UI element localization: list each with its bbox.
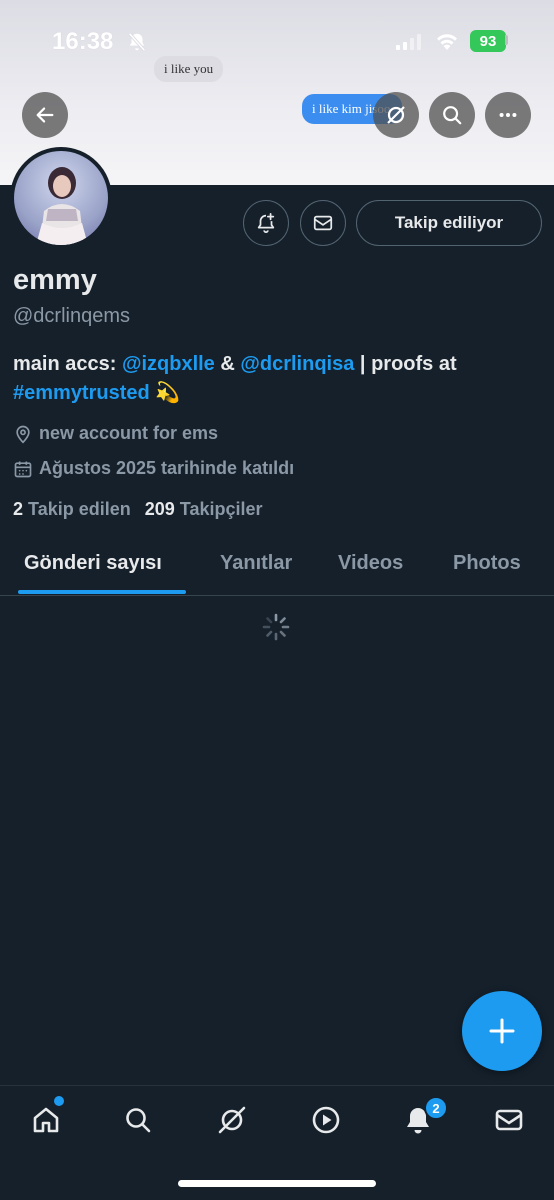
joined-text: Ağustos 2025 tarihinde katıldı bbox=[39, 458, 295, 478]
followers-link[interactable]: 209 Takipçiler bbox=[145, 499, 263, 520]
grok-button[interactable] bbox=[373, 92, 419, 138]
message-button[interactable] bbox=[300, 200, 346, 246]
location-text: new account for ems bbox=[39, 423, 219, 443]
avatar-photo bbox=[14, 151, 108, 245]
home-unread-dot bbox=[54, 1096, 64, 1106]
envelope-icon bbox=[313, 215, 333, 231]
nav-search[interactable] bbox=[118, 1100, 158, 1140]
grok-icon bbox=[387, 106, 405, 124]
dizzy-emoji: 💫 bbox=[155, 382, 181, 404]
tab-photos[interactable]: Photos bbox=[453, 552, 521, 575]
tab-posts[interactable]: Gönderi sayısı bbox=[24, 552, 162, 575]
bell-muted-icon bbox=[128, 32, 146, 52]
cell-signal-icon bbox=[396, 34, 421, 50]
plus-icon bbox=[489, 1018, 515, 1044]
profile-bio: main accs: @izqbxlle & @dcrlinqisa | pro… bbox=[13, 350, 533, 408]
followers-label: Takipçiler bbox=[179, 499, 263, 519]
follow-counts: 2 Takip edilen 209 Takipçiler bbox=[13, 499, 263, 520]
profile-joined: Ağustos 2025 tarihinde katıldı bbox=[13, 458, 294, 479]
more-icon bbox=[499, 112, 517, 118]
notify-button[interactable] bbox=[243, 200, 289, 246]
profile-handle: @dcrlinqems bbox=[13, 305, 131, 327]
bio-text: & bbox=[214, 353, 241, 375]
more-button[interactable] bbox=[485, 92, 531, 138]
bio-text: main accs: bbox=[13, 353, 122, 375]
active-tab-indicator bbox=[18, 590, 186, 594]
bio-mention-link[interactable]: @dcrlinqisa bbox=[240, 353, 354, 375]
compose-button[interactable] bbox=[462, 991, 542, 1071]
back-arrow-icon bbox=[36, 107, 54, 123]
search-button[interactable] bbox=[429, 92, 475, 138]
bell-plus-icon bbox=[257, 212, 275, 234]
following-link[interactable]: 2 Takip edilen bbox=[13, 499, 131, 520]
profile-screen: 16:38 93 i like you i like kim jisoo Tak… bbox=[0, 0, 554, 1200]
location-pin-icon bbox=[16, 425, 30, 444]
profile-name: emmy bbox=[13, 264, 97, 296]
following-button[interactable]: Takip ediliyor bbox=[356, 200, 542, 246]
play-circle-icon bbox=[312, 1106, 340, 1134]
banner-message-grey: i like you bbox=[154, 56, 224, 82]
grok-icon bbox=[218, 1106, 246, 1134]
loading-spinner-icon bbox=[262, 613, 290, 641]
status-time: 16:38 bbox=[52, 28, 114, 55]
battery-level: 93 bbox=[479, 32, 497, 50]
nav-home[interactable] bbox=[26, 1100, 66, 1140]
notification-badge: 2 bbox=[424, 1096, 448, 1120]
following-count: 2 bbox=[13, 499, 24, 519]
battery-icon: 93 bbox=[470, 30, 506, 52]
following-label: Takip edilen bbox=[28, 499, 131, 519]
search-icon bbox=[126, 1108, 151, 1133]
status-bar: 16:38 93 bbox=[0, 22, 554, 62]
followers-count: 209 bbox=[144, 499, 175, 519]
search-icon bbox=[443, 106, 462, 125]
bio-text: | proofs at bbox=[354, 353, 457, 375]
wifi-icon bbox=[437, 34, 457, 50]
envelope-icon bbox=[495, 1109, 523, 1131]
battery-tip bbox=[505, 35, 508, 45]
nav-messages[interactable] bbox=[489, 1100, 529, 1140]
calendar-icon bbox=[14, 461, 32, 477]
tab-replies[interactable]: Yanıtlar bbox=[220, 552, 292, 575]
bio-hashtag-link[interactable]: #emmytrusted bbox=[13, 382, 150, 404]
home-indicator[interactable] bbox=[178, 1180, 376, 1187]
nav-grok[interactable] bbox=[212, 1100, 252, 1140]
back-button[interactable] bbox=[22, 92, 68, 138]
home-icon bbox=[33, 1107, 59, 1133]
avatar[interactable] bbox=[10, 147, 112, 249]
tab-videos[interactable]: Videos bbox=[338, 552, 403, 575]
bio-mention-link[interactable]: @izqbxlle bbox=[122, 353, 215, 375]
nav-video[interactable] bbox=[306, 1100, 346, 1140]
profile-location: new account for ems bbox=[13, 423, 218, 444]
profile-tabs: Gönderi sayısı Yanıtlar Videos Photos bbox=[0, 548, 554, 596]
